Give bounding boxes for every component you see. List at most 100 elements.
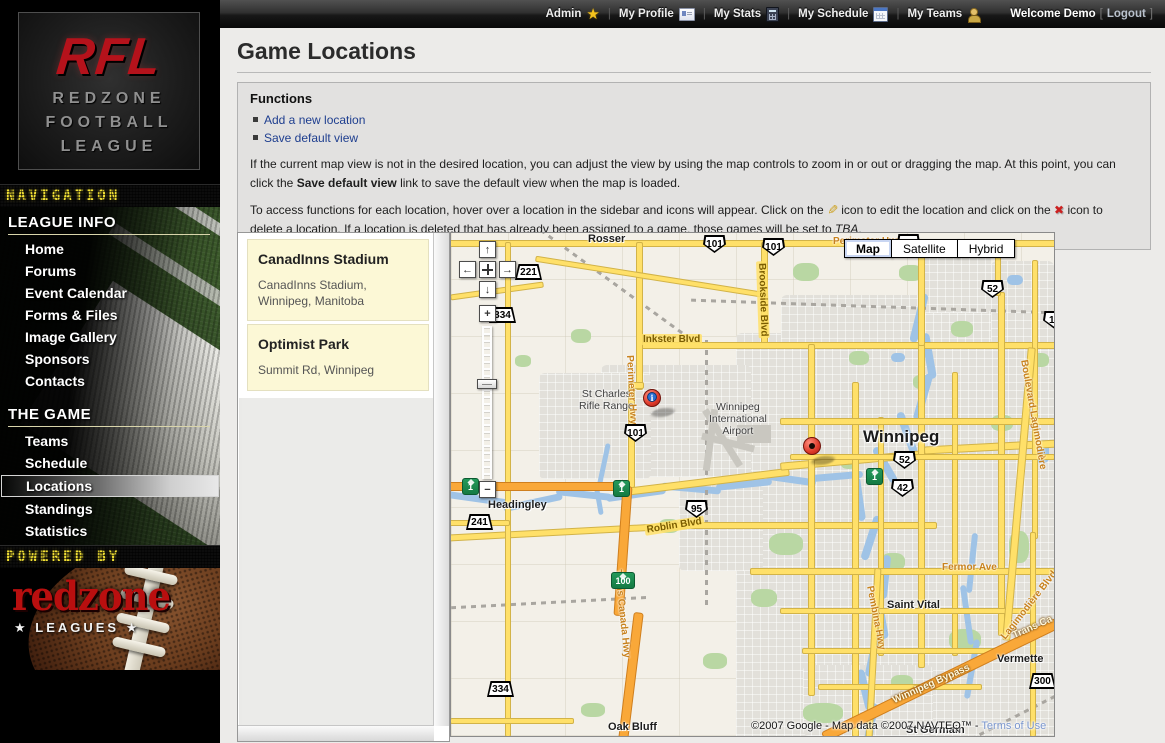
redzone-leagues-logo: redzone ★ LEAGUES ★ <box>0 568 220 670</box>
highway-shield: 52 <box>981 280 1004 298</box>
paragraph-text: icon to edit the location and click on t… <box>838 203 1054 217</box>
highway-shield: 1 <box>613 480 630 497</box>
copyright-text: ©2007 Google - Map data ©2007 NAVTEQ™ - <box>751 720 981 732</box>
pan-left-button[interactable]: ← <box>459 261 476 278</box>
highway-shield: 221 <box>515 264 542 280</box>
logout-link[interactable]: Logout <box>1107 8 1146 20</box>
pan-down-button[interactable]: ↓ <box>479 281 496 298</box>
map-label: Rosser <box>588 233 625 245</box>
page-title: Game Locations <box>237 38 1151 73</box>
highway-shield: 1 <box>462 478 479 495</box>
topbar-user-area: Welcome Demo [ Logout ] <box>1010 8 1153 20</box>
zoom-in-button[interactable]: + <box>479 305 496 322</box>
locations-list-empty-area <box>239 373 434 726</box>
topbar-my-teams[interactable]: My Teams <box>899 8 988 21</box>
location-card-optimist[interactable]: Optimist Park Summit Rd, Winnipeg <box>247 324 429 390</box>
zoom-slider-track[interactable] <box>482 326 492 479</box>
map-labels: RosserHeadingleyOak BluffSt GermainVerme… <box>451 233 1054 736</box>
sidebar-nav-zone: LEAGUE INFO Home Forums Event Calendar F… <box>0 207 220 545</box>
sidebar-item-locations[interactable]: Locations <box>1 475 219 497</box>
sidebar: RFL REDZONE FOOTBALL LEAGUE NAVIGATION L… <box>0 0 220 743</box>
highway-shield: 101 <box>762 238 785 256</box>
zoom-out-button[interactable]: − <box>479 481 496 498</box>
map-type-hybrid-button[interactable]: Hybrid <box>957 239 1016 258</box>
save-default-view-link[interactable]: Save default view <box>264 131 358 145</box>
map-label: Oak Bluff <box>608 721 657 733</box>
dot-marker[interactable] <box>803 437 823 464</box>
map-type-map-button[interactable]: Map <box>844 239 892 258</box>
instructions-paragraph-1: If the current map view is not in the de… <box>250 155 1138 192</box>
location-card-canadinns[interactable]: CanadInns Stadium CanadInns Stadium, Win… <box>247 239 429 321</box>
location-name: CanadInns Stadium <box>258 251 418 267</box>
map-copyright: ©2007 Google - Map data ©2007 NAVTEQ™ - … <box>751 720 1046 732</box>
league-logo-line: LEAGUE <box>19 135 199 159</box>
map-type-satellite-button[interactable]: Satellite <box>891 239 958 258</box>
highway-shield: 95 <box>685 500 708 518</box>
sidebar-item-image-gallery[interactable]: Image Gallery <box>0 326 220 348</box>
functions-heading: Functions <box>250 91 1138 106</box>
sidebar-item-forms-files[interactable]: Forms & Files <box>0 304 220 326</box>
location-address: Summit Rd, Winnipeg <box>258 362 418 378</box>
map-label: Brookside Blvd <box>756 261 770 339</box>
paragraph-text: To access functions for each location, h… <box>250 203 827 217</box>
league-logo-abbr: RFL <box>16 27 202 87</box>
highway-shield: 101 <box>703 235 726 253</box>
sidebar-item-event-calendar[interactable]: Event Calendar <box>0 282 220 304</box>
redzone-wordmark: redzone <box>12 572 170 620</box>
league-logo-line: REDZONE <box>19 87 199 111</box>
sidebar-item-sponsors[interactable]: Sponsors <box>0 348 220 370</box>
people-icon <box>967 8 980 21</box>
add-location-link[interactable]: Add a new location <box>264 113 365 127</box>
topbar-my-stats[interactable]: My Stats <box>706 7 787 22</box>
map-label: Headingley <box>488 499 547 511</box>
sidebar-item-schedule[interactable]: Schedule <box>0 452 220 474</box>
highway-shield: 10 <box>1043 311 1055 329</box>
sidebar-item-forums[interactable]: Forums <box>0 260 220 282</box>
map-label: Fermor Ave <box>942 562 997 573</box>
sidebar-item-standings[interactable]: Standings <box>0 498 220 520</box>
vertical-scrollbar[interactable] <box>433 233 449 726</box>
pan-right-button[interactable]: → <box>499 261 516 278</box>
pan-up-button[interactable]: ↑ <box>479 241 496 258</box>
location-name: Optimist Park <box>258 336 418 352</box>
topbar-my-schedule[interactable]: My Schedule <box>790 7 896 22</box>
topbar-my-schedule-label: My Schedule <box>798 8 868 20</box>
pan-center-button[interactable] <box>479 261 496 278</box>
topbar-my-teams-label: My Teams <box>907 8 962 20</box>
league-logo: RFL REDZONE FOOTBALL LEAGUE <box>18 12 200 170</box>
horizontal-scrollbar[interactable] <box>238 725 434 741</box>
delete-x-icon: ✖ <box>1054 203 1064 217</box>
topbar-my-profile-label: My Profile <box>619 8 674 20</box>
star-icon: ★ <box>586 7 599 22</box>
map-label: Inkster Blvd <box>641 334 702 345</box>
terms-of-use-link[interactable]: Terms of Use <box>981 720 1046 732</box>
topbar-admin[interactable]: Admin ★ <box>538 7 608 22</box>
info-marker[interactable]: i <box>643 389 663 416</box>
locations-list: CanadInns Stadium CanadInns Stadium, Win… <box>239 233 434 398</box>
highway-shield: 101 <box>624 424 647 442</box>
navigation-banner-text: NAVIGATION <box>0 185 220 204</box>
main-content: Game Locations Functions Add a new locat… <box>220 28 1165 743</box>
bracket: [ <box>1100 8 1103 20</box>
calculator-icon <box>766 7 779 22</box>
map-label: Winnipeg Bypass <box>891 662 972 706</box>
nav-section-the-game: THE GAME <box>8 406 210 427</box>
navigation-banner: NAVIGATION <box>0 184 220 208</box>
sidebar-item-statistics[interactable]: Statistics <box>0 520 220 542</box>
sidebar-item-home[interactable]: Home <box>0 238 220 260</box>
highway-shield: 42 <box>891 479 914 497</box>
sidebar-item-contacts[interactable]: Contacts <box>0 370 220 392</box>
highway-shield: 241 <box>466 514 493 530</box>
map-canvas[interactable]: RosserHeadingleyOak BluffSt GermainVerme… <box>450 232 1055 737</box>
location-address: CanadInns Stadium, Winnipeg, Manitoba <box>258 277 418 309</box>
map-label: Roblin Blvd <box>644 516 705 536</box>
powered-by-text: POWERED BY <box>0 546 220 565</box>
profile-card-icon <box>679 8 695 21</box>
sidebar-item-teams[interactable]: Teams <box>0 430 220 452</box>
highway-shield: 52 <box>893 451 916 469</box>
topbar-my-profile[interactable]: My Profile <box>611 8 703 21</box>
zoom-slider-thumb[interactable] <box>477 379 497 389</box>
topbar-admin-label: Admin <box>546 8 582 20</box>
highway-shield: 300 <box>1029 673 1055 689</box>
map-label: Perimeter Hwy <box>624 355 639 425</box>
